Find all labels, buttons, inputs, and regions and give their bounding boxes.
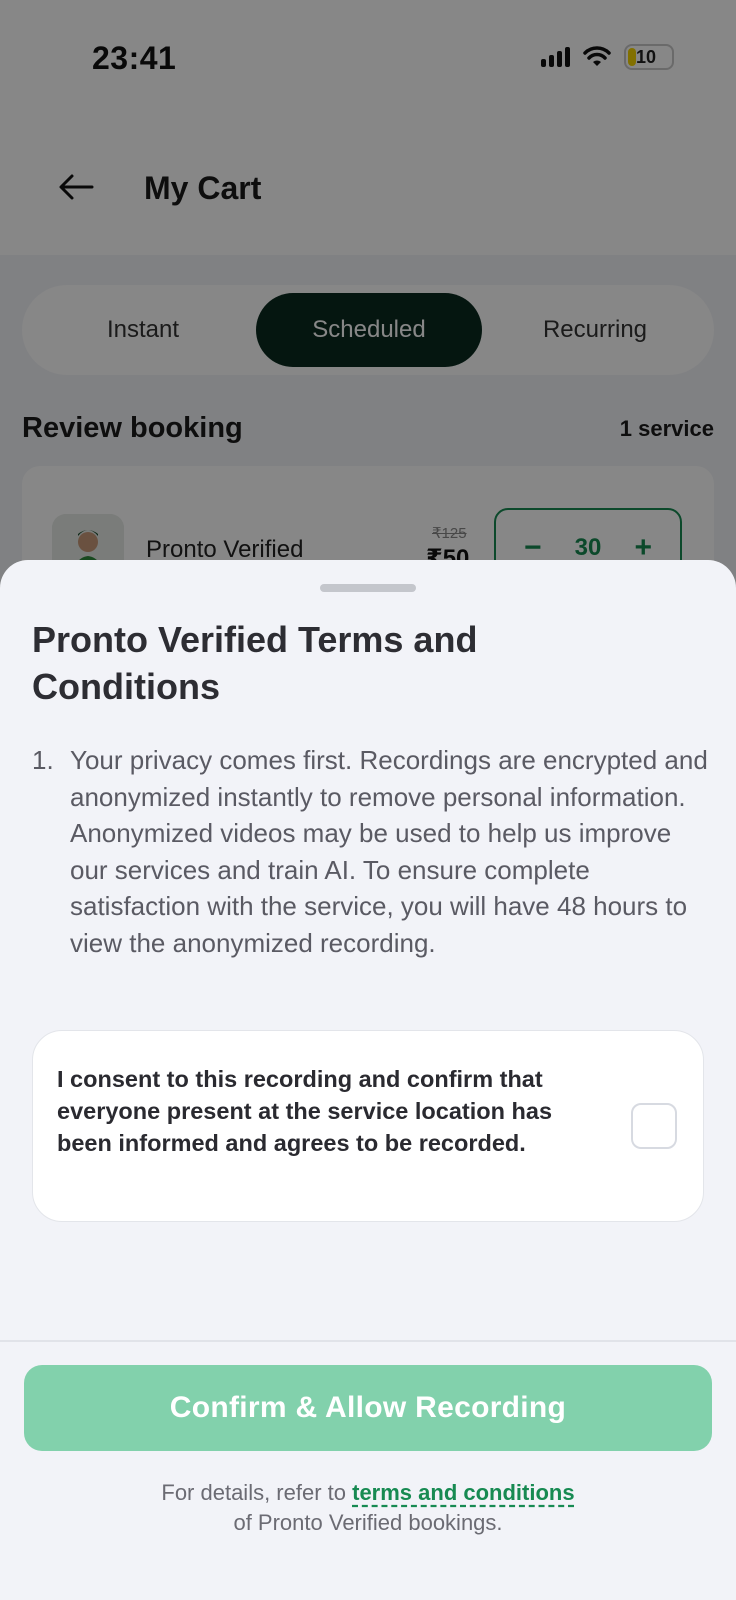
term-text: Your privacy comes first. Recordings are…: [70, 745, 708, 958]
terms-and-conditions-link[interactable]: terms and conditions: [352, 1480, 574, 1505]
divider: [0, 1340, 736, 1342]
confirm-allow-recording-button[interactable]: Confirm & Allow Recording: [24, 1365, 712, 1451]
footer-prefix: For details, refer to: [161, 1480, 353, 1505]
list-item: 1. Your privacy comes first. Recordings …: [32, 742, 708, 961]
terms-bottom-sheet: Pronto Verified Terms and Conditions 1. …: [0, 560, 736, 1600]
battery-level: 10: [636, 46, 657, 67]
consent-checkbox[interactable]: [631, 1103, 677, 1149]
footer-suffix: of Pronto Verified bookings.: [233, 1510, 503, 1535]
sheet-title: Pronto Verified Terms and Conditions: [32, 619, 478, 707]
footer-note: For details, refer to terms and conditio…: [0, 1478, 736, 1538]
consent-text: I consent to this recording and confirm …: [57, 1066, 553, 1156]
consent-card[interactable]: I consent to this recording and confirm …: [32, 1030, 704, 1222]
terms-list: 1. Your privacy comes first. Recordings …: [32, 742, 708, 961]
sheet-drag-handle[interactable]: [320, 584, 416, 592]
term-number: 1.: [32, 745, 54, 775]
